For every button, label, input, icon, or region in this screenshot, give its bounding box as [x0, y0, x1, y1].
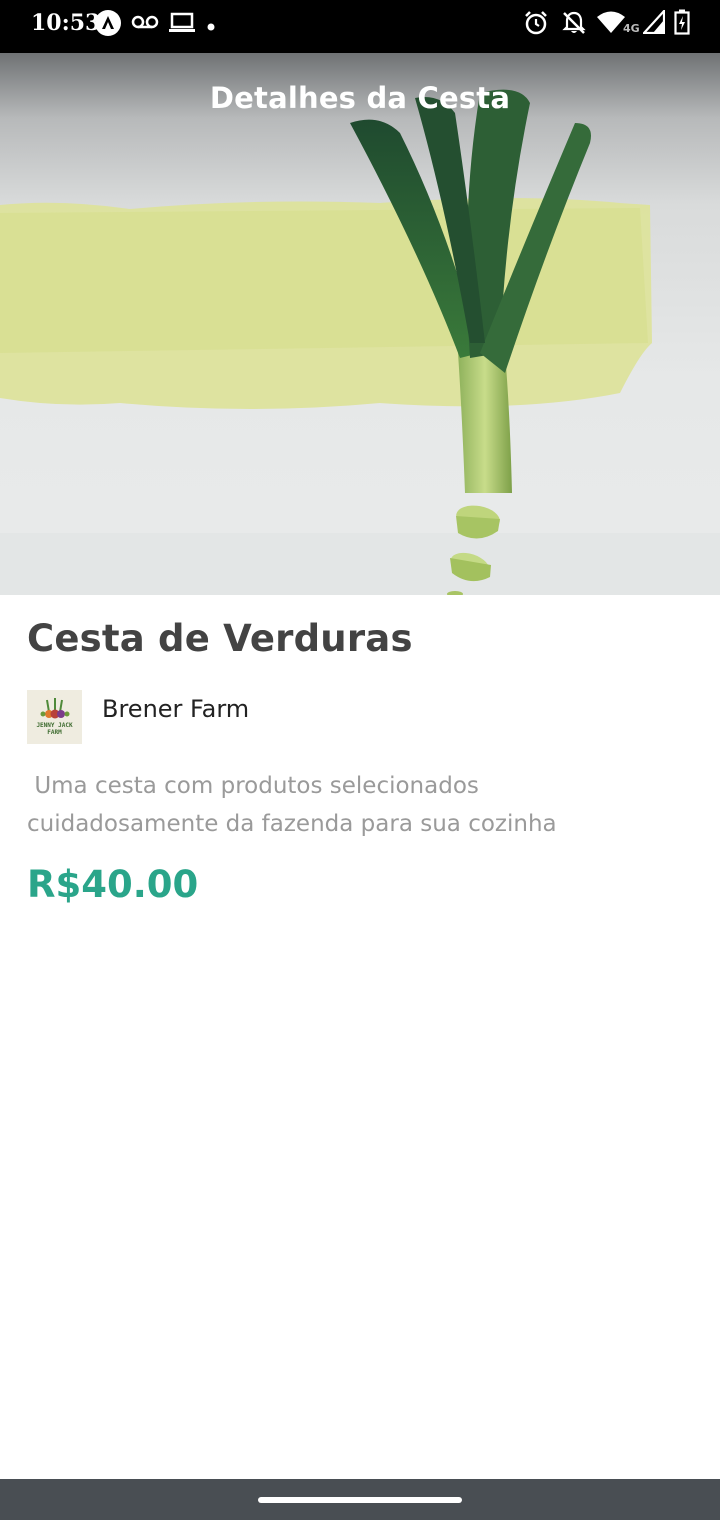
leek-photo [0, 89, 720, 595]
voicemail-icon [131, 14, 159, 34]
autoplay-icon [94, 9, 122, 41]
navigation-bar [0, 1479, 720, 1520]
wifi-icon [596, 10, 626, 38]
product-name: Cesta de Verduras [27, 617, 413, 660]
status-bar: 10:53 4G [0, 0, 720, 53]
farm-logo[interactable]: JENNY JACK FARM [27, 690, 82, 744]
basket-hero-image: Detalhes da Cesta [0, 53, 720, 595]
notifications-off-icon [561, 10, 587, 40]
basket-details-screen: 10:53 4G Detalhes da Cesta Cesta de Verd… [0, 0, 720, 1520]
product-description: Uma cesta com produtos selecionados cuid… [27, 773, 557, 837]
status-time: 10:53 [31, 10, 101, 36]
farm-logo-text: JENNY JACK FARM [36, 722, 73, 736]
home-indicator[interactable] [258, 1497, 462, 1503]
laptop-icon [168, 12, 196, 38]
page-title: Detalhes da Cesta [209, 81, 511, 115]
network-type-label: 4G [623, 22, 640, 35]
signal-icon [641, 8, 666, 38]
product-price: R$40.00 [27, 863, 199, 906]
alarm-icon [523, 10, 549, 40]
farm-name[interactable]: Brener Farm [102, 695, 249, 723]
dot-icon [206, 17, 216, 36]
battery-charging-icon [674, 9, 690, 39]
